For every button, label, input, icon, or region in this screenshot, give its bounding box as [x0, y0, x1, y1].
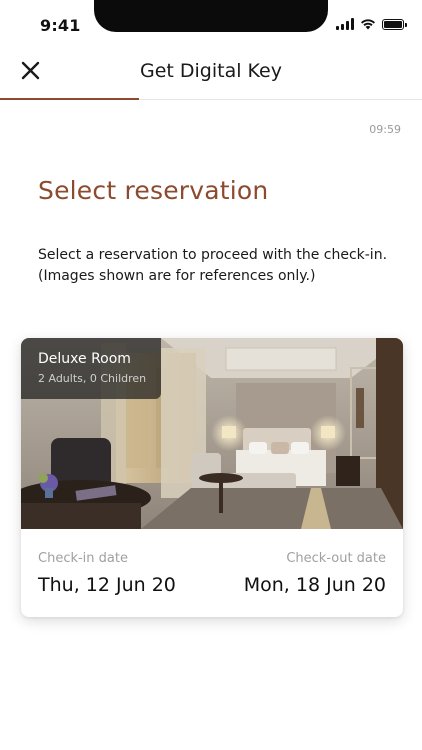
room-info-overlay: Deluxe Room 2 Adults, 0 Children: [21, 338, 161, 399]
checkout-label: Check-out date: [286, 551, 386, 566]
checkin-date: Thu, 12 Jun 20: [38, 574, 176, 596]
room-name: Deluxe Room: [38, 351, 131, 367]
page-description: Select a reservation to proceed with the…: [38, 247, 388, 284]
top-navigation-bar: Get Digital Key: [0, 44, 422, 100]
status-icons: [336, 16, 407, 30]
room-guests: 2 Adults, 0 Children: [38, 372, 147, 385]
session-timer: 09:59: [369, 123, 401, 136]
status-time: 9:41: [40, 16, 81, 35]
wifi-icon: [361, 19, 375, 30]
signal-icon: [336, 18, 354, 30]
reservation-dates: Check-in date Thu, 12 Jun 20 Check-out d…: [21, 529, 403, 617]
checkin-label: Check-in date: [38, 551, 128, 566]
status-bar: 9:41: [0, 0, 422, 44]
device-notch: [94, 0, 328, 32]
page-title: Select reservation: [38, 176, 269, 205]
progress-indicator: [0, 98, 140, 100]
reservation-card[interactable]: Deluxe Room 2 Adults, 0 Children Check-i…: [21, 338, 403, 617]
checkout-date: Mon, 18 Jun 20: [243, 574, 386, 596]
battery-icon: [382, 19, 407, 30]
header-title: Get Digital Key: [139, 60, 282, 82]
